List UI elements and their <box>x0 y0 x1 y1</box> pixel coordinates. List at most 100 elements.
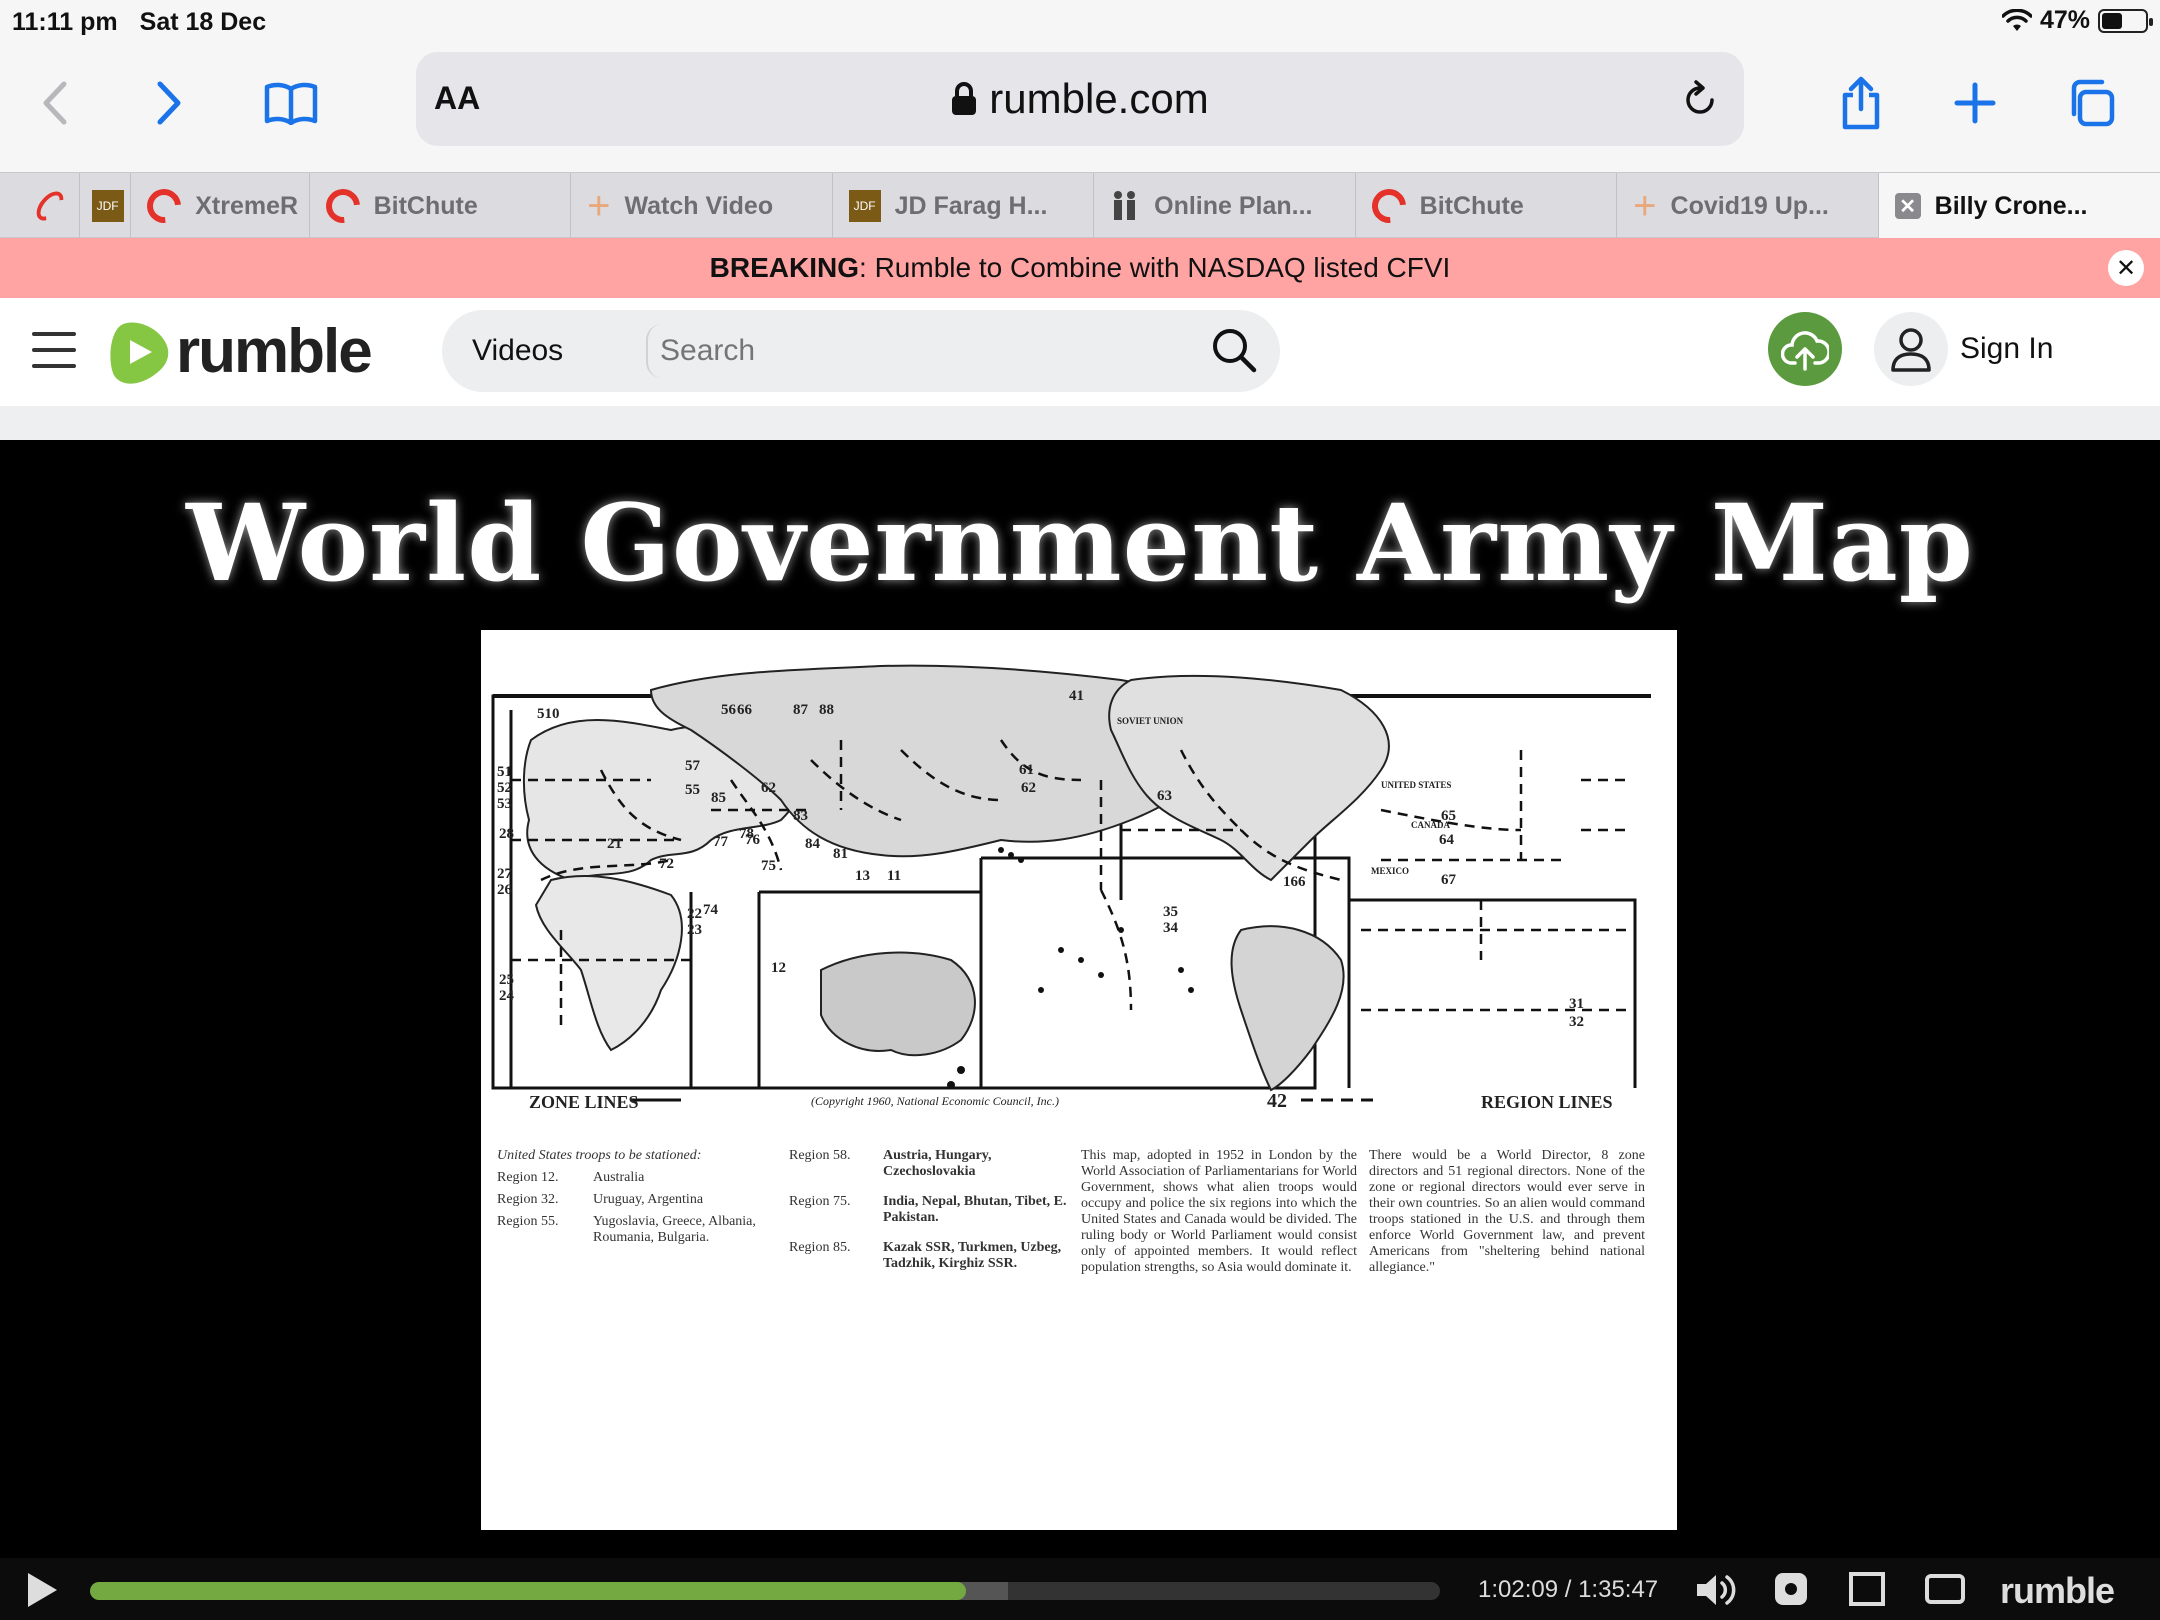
map-region-number: 27 <box>497 866 512 882</box>
caption-place: Australia <box>593 1170 645 1185</box>
share-icon <box>1842 76 1880 130</box>
tab-label: JD Farag H... <box>894 191 1048 220</box>
map-country-label: MEXICO <box>1371 866 1409 876</box>
tab-5[interactable]: JDF JD Farag H... <box>833 173 1095 239</box>
rumble-icon <box>318 182 367 230</box>
map-country-label: UNITED STATES <box>1381 780 1452 790</box>
forward-button[interactable] <box>134 68 204 138</box>
account-button[interactable] <box>1874 312 1948 386</box>
map-legend-zone-lines: ZONE LINES <box>529 1092 639 1112</box>
tab-label: Billy Crone... <box>1934 191 2088 220</box>
battery-icon <box>2098 8 2153 33</box>
map-region-number: 11 <box>887 868 902 884</box>
rumble-play-icon <box>110 321 169 384</box>
video-player[interactable]: World Government Army Map 510 51 52 53 2… <box>0 440 2160 1620</box>
wifi-icon <box>2001 8 2032 31</box>
caption-region: Region 75. <box>789 1194 851 1209</box>
caption-region: Region 85. <box>789 1240 851 1255</box>
address-bar[interactable]: AA rumble.com <box>416 52 1744 146</box>
tab-overview-button[interactable] <box>2056 68 2126 138</box>
tab-0[interactable] <box>0 173 80 239</box>
plus-icon <box>1954 82 1996 124</box>
map-region-number: 53 <box>497 796 512 812</box>
map-region-number: 83 <box>793 808 808 824</box>
video-frame-title: World Government Army Map <box>186 480 1974 605</box>
caption-row: Region 12. Australia <box>497 1170 767 1186</box>
tab-3[interactable]: BitChute <box>310 173 572 239</box>
tab-9-active[interactable]: ✕ Billy Crone... <box>1878 173 2160 239</box>
rumble-icon <box>31 186 69 226</box>
progress-played <box>90 1582 967 1600</box>
caption-row: Region 75. India, Nepal, Bhutan, Tibet, E… <box>789 1194 1069 1226</box>
tab-label: Watch Video <box>624 191 774 220</box>
map-region-number: 21 <box>607 836 622 852</box>
player-brand-logo[interactable]: rumble <box>2000 1570 2115 1612</box>
tab-6[interactable]: Online Plan... <box>1094 173 1356 239</box>
map-region-number: 72 <box>659 856 674 872</box>
map-region-number: 88 <box>819 702 834 718</box>
caption-row: Region 55. Yugoslavia, Greece, Albania, R… <box>497 1214 767 1246</box>
map-region-number: 84 <box>805 836 820 852</box>
map-region-number: 22 <box>687 906 702 922</box>
settings-button[interactable] <box>1772 1570 1810 1613</box>
sign-in-link[interactable]: Sign In <box>1960 332 2053 366</box>
volume-button[interactable] <box>1694 1570 1738 1615</box>
map-caption-col4: There would be a World Director, 8 zone … <box>1369 1148 1645 1275</box>
rumble-logo[interactable]: rumble <box>106 316 373 387</box>
tab-1[interactable]: JDF <box>80 173 132 239</box>
map-country-label: SOVIET UNION <box>1117 716 1184 726</box>
status-time: 11:11 pm <box>12 7 118 36</box>
tabs-icon <box>2071 79 2115 127</box>
reload-icon <box>1686 80 1714 114</box>
caption-region: Region 58. <box>789 1148 851 1163</box>
map-caption-col1: United States troops to be stationed: Re… <box>497 1148 767 1246</box>
fullscreen-button[interactable] <box>1924 1570 1966 1613</box>
chevron-right-icon <box>157 81 181 125</box>
jdf-icon: JDF <box>848 190 881 222</box>
caption-place: India, Nepal, Bhutan, Tibet, E. Pakistan… <box>883 1194 1067 1225</box>
volume-icon <box>1697 1575 1736 1605</box>
map-region-number: 34 <box>1163 920 1178 936</box>
caption-heading: United States troops to be stationed: <box>497 1148 702 1163</box>
tab-7[interactable]: BitChute <box>1356 173 1618 239</box>
close-banner-button[interactable]: ✕ <box>2108 250 2144 286</box>
status-right: 47% <box>2001 6 2153 35</box>
user-icon <box>1891 328 1931 372</box>
map-region-number: 55 <box>685 782 700 798</box>
tab-4[interactable]: + Watch Video <box>571 173 833 239</box>
map-region-number: 13 <box>855 868 870 884</box>
upload-button[interactable] <box>1768 312 1842 386</box>
progress-bar[interactable] <box>90 1582 1440 1600</box>
map-region-number: 81 <box>833 846 848 862</box>
search-category-select[interactable]: Videos <box>472 334 563 368</box>
text-size-button[interactable]: AA <box>434 80 480 117</box>
map-region-number: 57 <box>685 758 700 774</box>
search-button[interactable] <box>1210 326 1258 379</box>
new-tab-button[interactable] <box>1940 68 2010 138</box>
share-button[interactable] <box>1826 68 1896 138</box>
play-button[interactable] <box>24 1570 60 1615</box>
tab-8[interactable]: + Covid19 Up... <box>1617 173 1879 239</box>
battery-percent: 47% <box>2039 6 2090 34</box>
map-region-number: 51 <box>497 764 512 780</box>
close-tab-icon[interactable]: ✕ <box>1894 193 1921 219</box>
reload-button[interactable] <box>1682 80 1718 123</box>
map-region-number: 87 <box>793 702 808 718</box>
menu-button[interactable] <box>32 332 76 368</box>
back-button[interactable] <box>20 68 90 138</box>
tab-label: BitChute <box>373 191 478 220</box>
map-legend-region-lines: REGION LINES <box>1481 1092 1613 1112</box>
caption-region: Region 12. <box>497 1170 559 1185</box>
search-input[interactable] <box>646 324 1186 378</box>
map-region-number: 63 <box>1157 788 1172 804</box>
map-document-image: 510 51 52 53 28 27 26 25 24 21 22 23 74 72 77 76 75 78 57 5… <box>481 630 1677 1530</box>
status-bar: 11:11 pm Sat 18 Dec 47% <box>0 0 2160 44</box>
bookmarks-button[interactable] <box>256 68 326 138</box>
map-region-number: 12 <box>771 960 786 976</box>
book-icon <box>264 82 318 125</box>
theater-mode-button[interactable] <box>1848 1570 1886 1613</box>
breaking-text: BREAKING: Rumble to Combine with NASDAQ … <box>710 252 1451 284</box>
map-region-number: 31 <box>1569 996 1584 1012</box>
url-domain: rumble.com <box>951 75 1209 123</box>
tab-2[interactable]: XtremeR <box>131 173 310 239</box>
